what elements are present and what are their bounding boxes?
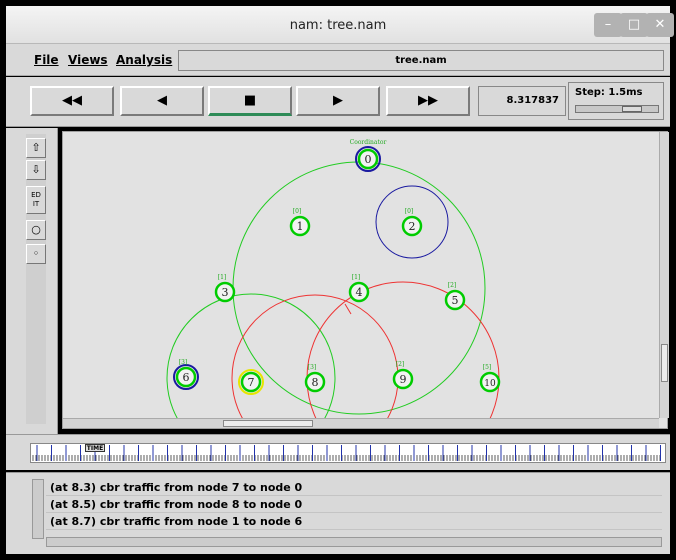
node-id-label: 7 [248,376,255,389]
node-layer: Coordinator 0 1 [0] 2 [0] 3 [1] 4 [1] 5 [2] 6 [3] 7 8 [3… [173,139,501,395]
zoom-in-icon[interactable]: ⇧ [26,138,46,158]
vertical-scroll-thumb[interactable] [661,344,668,382]
horizontal-scrollbar[interactable] [63,418,659,428]
maximize-icon[interactable]: □ [620,13,648,37]
network-canvas[interactable]: Coordinator 0 1 [0] 2 [0] 3 [1] 4 [1] 5 [2] 6 [3] 7 8 [3… [62,131,669,429]
log-horizontal-scrollbar[interactable] [46,537,662,547]
circle-tool-icon[interactable]: ○ [26,220,46,240]
tool-palette: ⇧ ⇩ ED IT ○ ◦ [6,128,58,434]
current-time-display: 8.317837 [478,86,566,116]
zoom-out-icon[interactable]: ⇩ [26,160,46,180]
small-circle-tool-icon[interactable]: ◦ [26,244,46,264]
minimize-icon[interactable]: – [594,13,622,37]
network-view: Coordinator 0 1 [0] 2 [0] 3 [1] 4 [1] 5 [2] 6 [3] 7 8 [3… [166,139,501,418]
menu-file[interactable]: File [34,53,59,67]
step-label: Step: 1.5ms [575,87,643,98]
node-group-label: [1] [352,274,361,281]
node-group-label: [3] [308,364,317,371]
node-8[interactable]: 8 [3] [304,364,326,393]
playback-toolbar: ◀◀ ◀ ■ ▶ ▶▶ 8.317837 Step: 1.5ms [6,77,670,127]
node-3[interactable]: 3 [1] [214,274,236,303]
step-control: Step: 1.5ms [568,82,664,120]
nam-window: nam: tree.nam – □ ✕ File Views Analysis … [0,0,676,560]
node-6[interactable]: 6 [3] [173,359,199,390]
node-0[interactable]: 0 [355,146,381,172]
node-id-label: 6 [183,371,190,384]
node-10[interactable]: 10 [5] [479,364,501,393]
node-7[interactable]: 7 [238,369,264,395]
title-bar: nam: tree.nam – □ ✕ [6,6,674,44]
log-line[interactable]: (at 8.3) cbr traffic from node 7 to node… [46,479,662,496]
node-2[interactable]: 2 [0] [401,208,423,237]
rewind-button[interactable]: ◀◀ [30,86,114,116]
node-id-label: 2 [409,220,416,233]
play-backward-button[interactable]: ◀ [120,86,204,116]
node-id-label: 4 [356,286,363,299]
event-log-panel: (at 8.3) cbr traffic from node 7 to node… [6,472,670,554]
coordinator-label: Coordinator [350,139,387,146]
vertical-scrollbar[interactable] [659,132,669,418]
menu-analysis[interactable]: Analysis [116,53,172,67]
range-circle-red-left [231,294,399,418]
window-title: nam: tree.nam [289,18,387,33]
node-id-label: 5 [452,294,459,307]
fast-forward-button[interactable]: ▶▶ [386,86,470,116]
node-group-label: [1] [218,274,227,281]
node-1[interactable]: 1 [0] [289,208,311,237]
play-forward-button[interactable]: ▶ [296,86,380,116]
menu-views[interactable]: Views [68,53,108,67]
node-id-label: 1 [297,220,304,233]
node-id-label: 8 [312,376,319,389]
range-circle-red-right [306,281,500,418]
step-slider[interactable] [575,105,659,113]
timeline-panel: TIME [6,434,670,470]
node-id-label: 9 [400,373,407,386]
node-group-label: [2] [396,361,405,368]
edit-button[interactable]: ED IT [26,186,46,214]
log-vertical-scrollbar[interactable] [32,479,44,539]
file-name-display: tree.nam [178,50,664,71]
node-4[interactable]: 4 [1] [348,274,370,303]
step-slider-thumb[interactable] [622,106,642,112]
event-log-list: (at 8.3) cbr traffic from node 7 to node… [46,479,662,530]
timeline-bar[interactable]: TIME [30,443,666,463]
node-group-label: [3] [179,359,188,366]
node-id-label: 0 [365,153,372,166]
horizontal-scroll-thumb[interactable] [223,420,313,427]
time-marker[interactable]: TIME [85,444,105,452]
log-line[interactable]: (at 8.5) cbr traffic from node 8 to node… [46,496,662,513]
stop-button[interactable]: ■ [208,86,292,116]
timeline-ticks [32,445,661,461]
node-group-label: [0] [405,208,414,215]
node-9[interactable]: 9 [2] [392,361,414,390]
node-group-label: [0] [293,208,302,215]
node-group-label: [5] [483,364,492,371]
packet-mark [344,303,352,315]
node-id-label: 3 [222,286,229,299]
tool-palette-column: ⇧ ⇩ ED IT ○ ◦ [26,134,46,424]
log-line[interactable]: (at 8.7) cbr traffic from node 1 to node… [46,513,662,530]
menu-bar: File Views Analysis tree.nam [6,44,670,76]
close-icon[interactable]: ✕ [646,13,674,37]
node-5[interactable]: 5 [2] [444,282,466,311]
node-group-label: [2] [448,282,457,289]
node-id-label: 10 [484,379,496,389]
